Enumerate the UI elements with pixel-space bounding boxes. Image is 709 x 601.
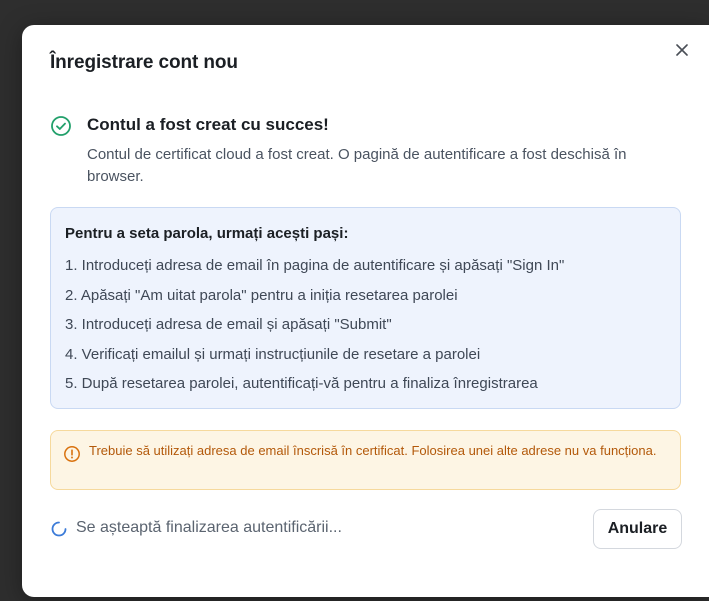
instruction-step: 2. Apăsați "Am uitat parola" pentru a in… <box>65 286 458 304</box>
close-icon <box>676 44 688 56</box>
dialog-title: Înregistrare cont nou <box>50 52 238 73</box>
registration-dialog: Înregistrare cont nou Contul a fost crea… <box>22 25 709 597</box>
check-circle-icon <box>51 116 71 136</box>
status-text: Se așteaptă finalizarea autentificării..… <box>76 519 342 536</box>
warning-circle-icon <box>64 446 80 462</box>
instruction-step: 4. Verificați emailul și urmați instrucț… <box>65 345 481 363</box>
instruction-step: 1. Introduceți adresa de email în pagina… <box>65 257 565 274</box>
instruction-step: 3. Introduceți adresa de email și apăsaț… <box>65 316 392 333</box>
instructions-panel: Pentru a seta parola, urmați acești pași… <box>50 207 681 409</box>
success-heading: Contul a fost creat cu succes! <box>87 115 329 134</box>
instruction-step: 5. După resetarea parolei, autentificați… <box>65 375 538 392</box>
close-button[interactable] <box>672 40 692 60</box>
warning-text: Trebuie să utilizați adresa de email îns… <box>89 443 657 458</box>
instructions-list: 1. Introduceți adresa de email în pagina… <box>65 256 564 404</box>
warning-alert: Trebuie să utilizați adresa de email îns… <box>50 430 681 490</box>
instructions-title: Pentru a seta parola, urmați acești pași… <box>65 225 349 242</box>
cancel-button[interactable]: Anulare <box>593 509 682 549</box>
spinner-icon <box>51 521 67 537</box>
success-description: Contul de certificat cloud a fost creat.… <box>87 146 627 185</box>
